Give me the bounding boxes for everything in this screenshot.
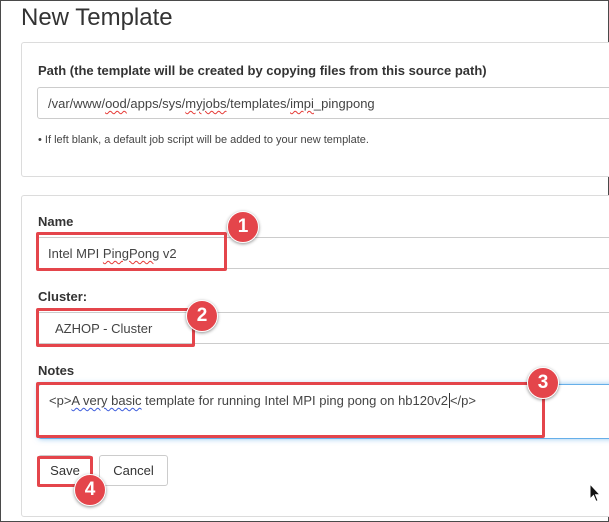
callout-badge: 1 bbox=[227, 211, 259, 243]
name-text-part: PingPong bbox=[102, 246, 160, 261]
name-text-part: v2 bbox=[159, 246, 177, 261]
path-input[interactable]: /var/www/ood/apps/sys/myjobs/templates/i… bbox=[37, 87, 609, 119]
mouse-pointer-icon bbox=[589, 483, 601, 503]
name-input[interactable]: Intel MPI PingPong v2 bbox=[37, 237, 609, 269]
path-hint: • If left blank, a default job script wi… bbox=[38, 134, 369, 146]
path-panel: Path (the template will be created by co… bbox=[21, 42, 609, 177]
notes-text-part: <p> bbox=[49, 393, 72, 408]
notes-label: Notes bbox=[38, 363, 75, 378]
path-text-part: _pingpong bbox=[313, 96, 375, 111]
name-label: Name bbox=[38, 214, 74, 229]
name-text-part: Intel MPI bbox=[48, 246, 103, 261]
callout-badge: 2 bbox=[186, 300, 218, 332]
notes-text-part: </p> bbox=[449, 393, 476, 408]
cancel-button[interactable]: Cancel bbox=[99, 455, 168, 486]
template-form-panel: Name Intel MPI PingPong v2 Cluster: AZHO… bbox=[21, 195, 609, 517]
path-text-part: /apps/sys/ bbox=[126, 96, 186, 111]
notes-text-part: A very basic bbox=[71, 393, 142, 408]
callout-badge: 3 bbox=[527, 367, 559, 399]
page-title: New Template bbox=[21, 4, 173, 31]
cluster-label: Cluster: bbox=[38, 289, 88, 304]
notes-textarea[interactable]: <p>A very basic template for running Int… bbox=[38, 384, 609, 439]
path-text-part: ood bbox=[105, 96, 127, 111]
notes-text-part: template for running Intel MPI ping pong… bbox=[141, 393, 448, 408]
cluster-select[interactable]: AZHOP - Cluster bbox=[37, 312, 609, 344]
path-text-part: impi bbox=[290, 96, 314, 111]
callout-badge: 4 bbox=[74, 474, 106, 506]
path-text-part: /templates/ bbox=[226, 96, 291, 111]
path-label: Path (the template will be created by co… bbox=[38, 63, 487, 78]
path-text-part: myjobs bbox=[185, 96, 227, 111]
path-text-part: /var/www/ bbox=[48, 96, 106, 111]
